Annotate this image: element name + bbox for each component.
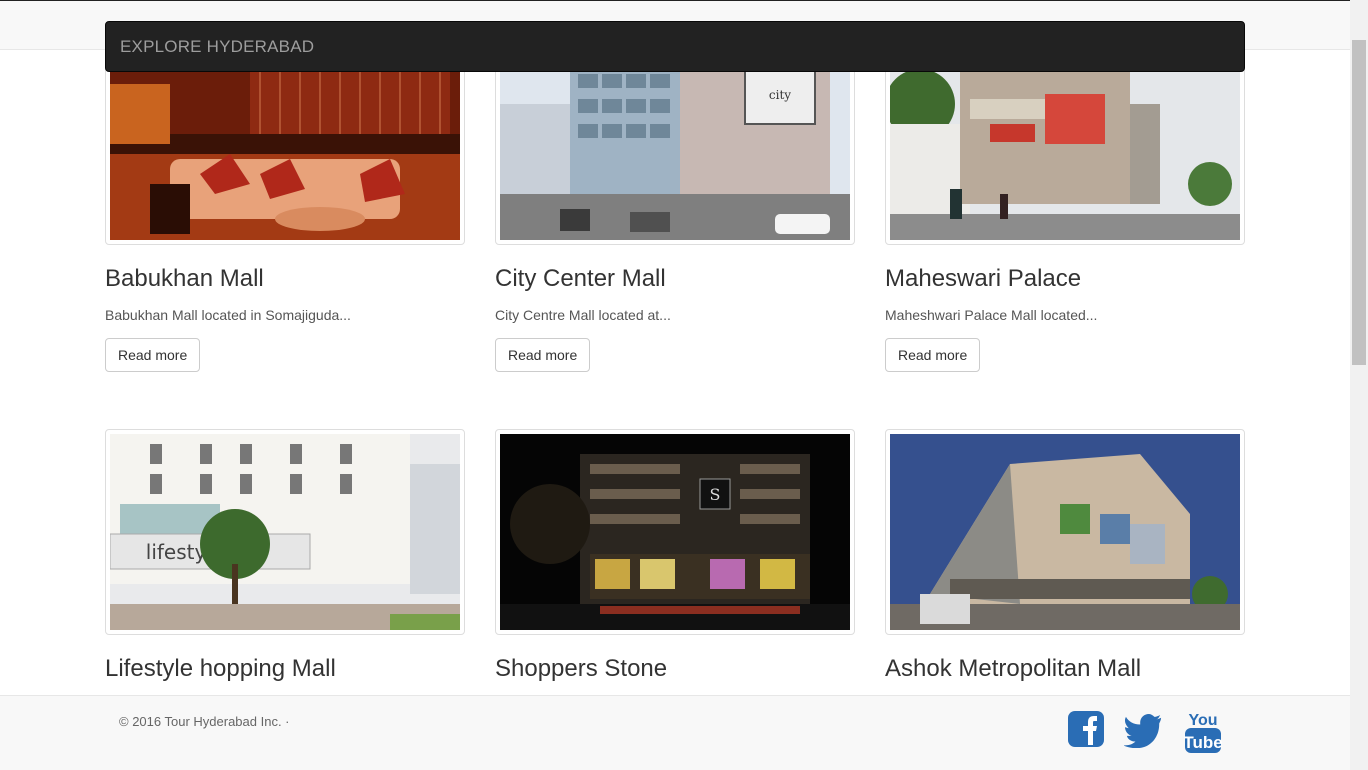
card-title: Shoppers Stone [495, 655, 668, 682]
page-scrollbar[interactable] [1350, 0, 1368, 770]
thumbnail[interactable]: lifestyle [105, 429, 465, 635]
youtube-icon-label: You [1188, 712, 1217, 729]
city-center-mall-image: city [500, 44, 850, 240]
card-city-center-mall: city City Center Mall City Centre Mall l… [495, 39, 855, 372]
card-description: Babukhan Mall located in Somajiguda... [105, 307, 351, 323]
ashok-metropolitan-mall-image [890, 434, 1240, 630]
card-lifestyle-mall: lifestyle Lifestyle hopping Mall [105, 429, 465, 685]
babukhan-mall-image [110, 44, 460, 240]
card-title: Maheswari Palace [885, 265, 1082, 292]
card-ashok-metropolitan-mall: Ashok Metropolitan Mall [885, 429, 1245, 685]
shoppers-stone-image: S [500, 434, 850, 630]
card-babukhan-mall: Babukhan Mall Babukhan Mall located in S… [105, 39, 465, 372]
lifestyle-mall-image: lifestyle [110, 434, 460, 630]
card-title: City Center Mall [495, 265, 666, 292]
read-more-button[interactable]: Read more [495, 338, 591, 372]
read-more-button[interactable]: Read more [105, 338, 201, 372]
youtube-icon[interactable]: You Tube [1183, 708, 1223, 759]
card-title: Babukhan Mall [105, 265, 264, 292]
svg-text:city: city [769, 88, 791, 102]
scrollbar-thumb[interactable] [1352, 40, 1366, 365]
footer: © 2016 Tour Hyderabad Inc. · You Tube [0, 695, 1350, 770]
copyright-text: © 2016 Tour Hyderabad Inc. · [119, 714, 290, 729]
maheswari-palace-image [890, 44, 1240, 240]
card-shoppers-stone: S Shoppers Stone [495, 429, 855, 685]
thumbnail[interactable] [885, 429, 1245, 635]
youtube-icon-label: Tube [1184, 733, 1222, 752]
facebook-icon[interactable] [1067, 710, 1105, 753]
card-title: Lifestyle hopping Mall [105, 655, 336, 682]
navbar: EXPLORE HYDERABAD [105, 21, 1245, 72]
thumbnail[interactable]: S [495, 429, 855, 635]
read-more-button[interactable]: Read more [885, 338, 981, 372]
card-description: City Centre Mall located at... [495, 307, 671, 323]
navbar-brand[interactable]: EXPLORE HYDERABAD [120, 37, 314, 57]
card-description: Maheshwari Palace Mall located... [885, 307, 1098, 323]
card-title: Ashok Metropolitan Mall [885, 655, 1142, 682]
card-maheswari-palace: Maheswari Palace Maheshwari Palace Mall … [885, 39, 1245, 372]
svg-text:S: S [710, 485, 721, 504]
twitter-icon[interactable] [1123, 714, 1164, 753]
